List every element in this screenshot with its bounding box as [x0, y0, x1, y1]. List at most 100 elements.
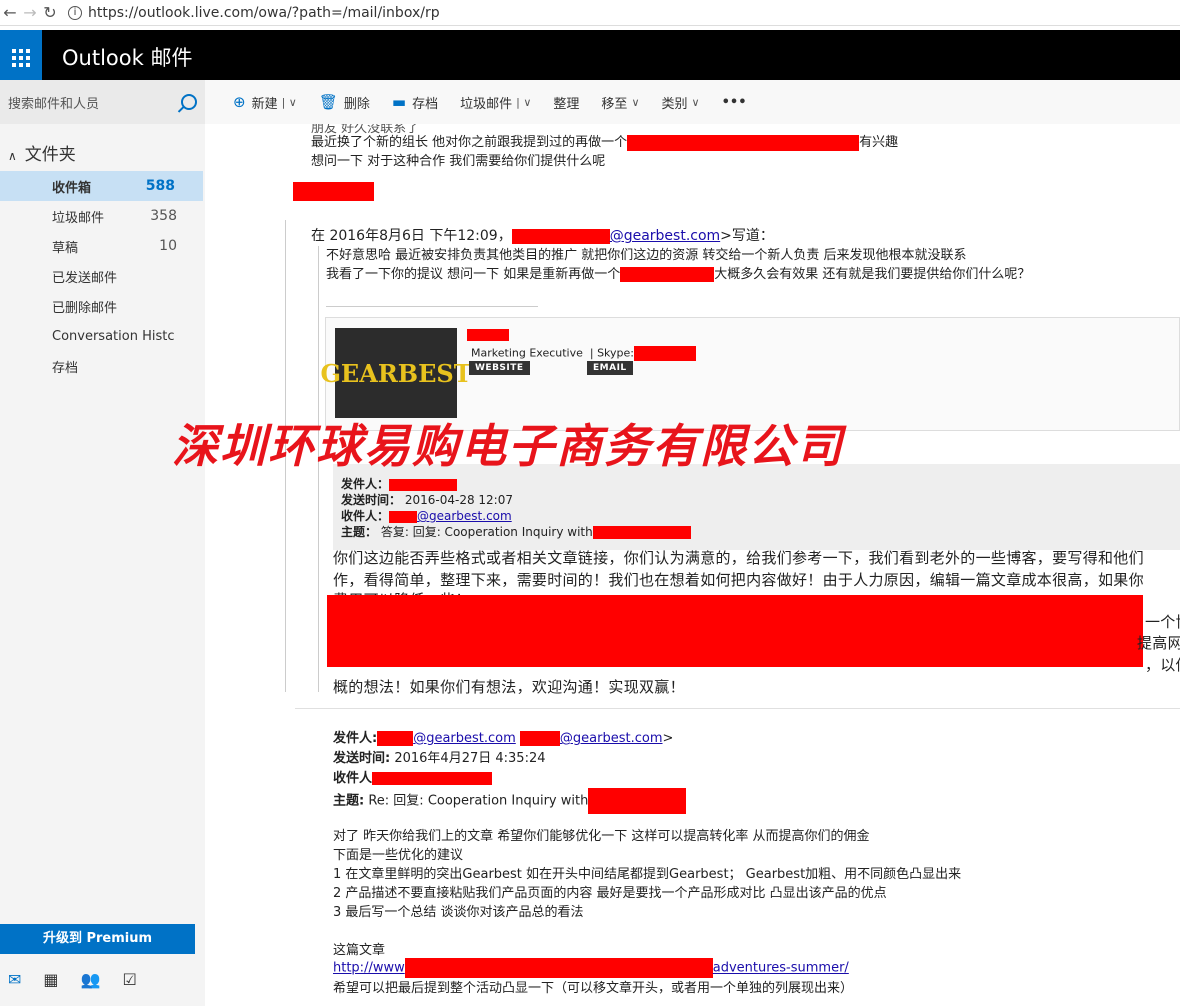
folder-label: 草稿: [52, 240, 79, 256]
folder-label: 垃圾邮件: [52, 210, 105, 226]
folder-label: 已发送邮件: [52, 270, 118, 286]
divider: [326, 306, 538, 307]
redaction: [377, 731, 414, 746]
redaction: [293, 182, 374, 201]
forward-icon[interactable]: →: [20, 3, 40, 22]
move-button[interactable]: 移至 ∨: [601, 93, 639, 112]
email-link[interactable]: @gearbest.com: [560, 731, 663, 746]
module-switcher: ✉ ▦ 👥 ☑: [0, 970, 205, 989]
search-icon[interactable]: [181, 94, 197, 110]
fwd-subject: 主题: Re: 回复: Cooperation Inquiry with: [333, 788, 687, 814]
redaction: [372, 772, 493, 785]
sweep-label: 整理: [553, 96, 580, 112]
text: 2016年4月27日 4:35:24: [394, 751, 546, 766]
more-button[interactable]: •••: [722, 95, 747, 110]
chevron-down-icon[interactable]: | ∨: [516, 96, 531, 109]
redaction: [519, 731, 560, 746]
redaction: [592, 526, 691, 539]
gearbest-logo: GEARBEST: [320, 328, 472, 418]
text: 最近换了个新的组长 他对你之前跟我提到过的再做一个: [311, 135, 628, 150]
chevron-down-icon: ∨: [691, 95, 700, 109]
body-line: 你们这边能否弄些格式或者相关文章链接，你们认为满意的，给我们参考一下，我们看到老…: [333, 549, 1144, 567]
folder-drafts[interactable]: 草稿 10: [0, 231, 205, 261]
text: Re: 回复: Cooperation Inquiry with: [368, 793, 589, 809]
text: >写道：: [720, 228, 774, 244]
folder-count: 358: [150, 208, 177, 224]
text: 收件人: [333, 771, 373, 786]
new-button[interactable]: ⊕ 新建 | ∨: [233, 93, 297, 112]
fwd-to: 收件人: [333, 767, 493, 786]
upgrade-premium-button[interactable]: 升级到 Premium: [0, 924, 195, 954]
info-icon[interactable]: i: [68, 5, 82, 20]
url-field[interactable]: i https://outlook.live.com/owa/?path=/mai…: [68, 5, 440, 21]
delete-button[interactable]: 🗑 删除: [319, 93, 370, 112]
folder-label: 收件箱: [52, 180, 92, 196]
calendar-icon[interactable]: ▦: [43, 970, 58, 989]
top-bar: Outlook 邮件: [0, 30, 1180, 80]
folder-count: 588: [145, 178, 175, 194]
url-text[interactable]: https://outlook.live.com/owa/?path=/mail…: [88, 5, 440, 21]
email-link[interactable]: @gearbest.com: [610, 228, 720, 244]
body-line: 对了 昨天你给我们上的文章 希望你们能够优化一下 这样可以提高转化率 从而提高你…: [333, 829, 870, 844]
text: 我看了一下你的提议 想问一下 如果是重新再做一个: [326, 267, 621, 282]
body-line: 提高网: [1137, 634, 1180, 652]
fwd-sent: 发送时间: 2016年4月27日 4:35:24: [333, 747, 546, 766]
redaction: [404, 958, 713, 978]
search-input[interactable]: 搜索邮件和人员: [8, 93, 99, 112]
folder-label: 存档: [52, 360, 79, 376]
text: Marketing Executive: [471, 346, 583, 360]
search-box[interactable]: 搜索邮件和人员: [0, 80, 205, 124]
new-label: 新建: [251, 96, 278, 112]
junk-button[interactable]: 垃圾邮件 | ∨: [460, 93, 531, 112]
redaction: [467, 329, 509, 341]
body-line: 这篇文章: [333, 943, 386, 958]
body-line: 1 在文章里鲜明的突出Gearbest 如在开头中间结尾都提到Gearbest；…: [333, 867, 962, 882]
divider: [295, 708, 1180, 709]
category-button[interactable]: 类别 ∨: [662, 93, 700, 112]
folder-inbox[interactable]: 收件箱 588: [0, 171, 203, 201]
app-launcher-icon[interactable]: [0, 30, 42, 80]
body-line: 一个博: [1145, 613, 1180, 631]
email-link[interactable]: @gearbest.com: [413, 731, 516, 746]
link-text[interactable]: http://www: [333, 961, 405, 976]
archive-label: 存档: [412, 96, 439, 112]
folder-junk[interactable]: 垃圾邮件 358: [0, 201, 205, 231]
folder-archive[interactable]: 存档: [0, 351, 205, 381]
reload-icon[interactable]: ↻: [40, 3, 60, 22]
folders-header[interactable]: ∧ 文件夹: [0, 140, 205, 165]
mail-icon[interactable]: ✉: [8, 970, 21, 989]
text: | Skype:: [589, 346, 635, 360]
text: 在 2016年8月6日 下午12:09，: [311, 228, 512, 244]
quote-header: 在 2016年8月6日 下午12:09， @gearbest.com>写道：: [311, 225, 774, 245]
header-sent: 发送时间： 2016-04-28 12:07: [341, 491, 513, 508]
body-line: 想问一下 对于这种合作 我们需要给你们提供什么呢: [311, 154, 606, 169]
trash-icon: 🗑: [318, 93, 338, 111]
body-line: 最近换了个新的组长 他对你之前跟我提到过的再做一个 有兴趣: [311, 131, 898, 151]
text: 主题：: [341, 525, 378, 539]
tasks-icon[interactable]: ☑: [122, 970, 136, 989]
email-button[interactable]: EMAIL: [587, 361, 633, 375]
quote-line: 不好意思哈 最近被安排负责其他类目的推广 就把你们这边的资源 转交给一个新人负责…: [326, 248, 967, 263]
reading-pane: 朋友 好久没联系了 最近换了个新的组长 他对你之前跟我提到过的再做一个 有兴趣 想…: [205, 124, 1180, 1006]
folder-conversation-history[interactable]: Conversation Histc: [0, 321, 205, 351]
sweep-button[interactable]: 整理: [553, 93, 579, 112]
link-text[interactable]: adventures-summer/: [713, 961, 849, 976]
folder-count: 10: [159, 238, 177, 254]
junk-label: 垃圾邮件: [460, 96, 513, 112]
delete-label: 删除: [343, 96, 370, 112]
brand-title: Outlook 邮件: [62, 46, 193, 70]
text: >: [662, 731, 674, 746]
folder-list: 收件箱 588 垃圾邮件 358 草稿 10 已发送邮件 已删除邮件 Conversa…: [0, 171, 205, 381]
text: 2016-04-28 12:07: [404, 493, 513, 507]
folder-label: 已删除邮件: [52, 300, 118, 316]
folder-deleted[interactable]: 已删除邮件: [0, 291, 205, 321]
chevron-down-icon[interactable]: | ∨: [282, 96, 297, 109]
chevron-up-icon[interactable]: ∧: [8, 149, 17, 163]
website-button[interactable]: WEBSITE: [469, 361, 530, 375]
people-icon[interactable]: 👥: [81, 970, 101, 989]
folder-sent[interactable]: 已发送邮件: [0, 261, 205, 291]
back-icon[interactable]: ←: [0, 3, 20, 22]
email-link[interactable]: @gearbest.com: [417, 509, 512, 523]
archive-button[interactable]: ▬ 存档: [392, 93, 438, 112]
article-link[interactable]: http://www adventures-summer/: [333, 958, 849, 978]
